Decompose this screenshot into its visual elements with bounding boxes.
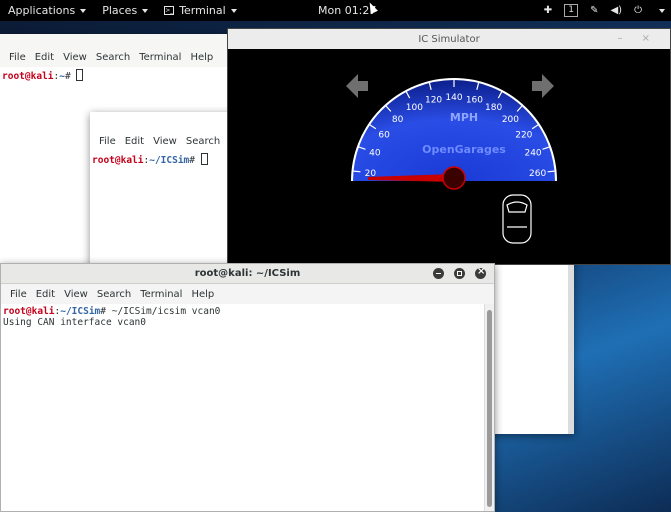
prompt-user: root@kali bbox=[3, 306, 55, 317]
gauge-tick-label: 120 bbox=[425, 96, 442, 106]
ic-simulator-titlebar[interactable]: IC Simulator – × bbox=[228, 29, 670, 49]
gauge-tick-label: 140 bbox=[445, 93, 462, 103]
instrument-cluster: 20406080100120 140 160180200220240260 MPH … bbox=[346, 74, 557, 244]
menu-view[interactable]: View bbox=[63, 52, 87, 63]
prompt-user: root@kali bbox=[92, 155, 144, 166]
menu-search[interactable]: Search bbox=[186, 136, 220, 147]
gauge-tick-label: 180 bbox=[485, 103, 502, 113]
gauge-tick-label: 80 bbox=[392, 115, 404, 125]
gauge-tick-label: 160 bbox=[466, 96, 483, 106]
output-line: Using CAN interface vcan0 bbox=[3, 317, 146, 328]
scrollbar[interactable] bbox=[484, 304, 494, 511]
gauge-tick-label: 100 bbox=[406, 103, 423, 113]
command-line: root@kali:~/ICSim# ~/ICSim/icsim vcan0 bbox=[1, 304, 484, 317]
text-cursor bbox=[200, 153, 208, 165]
terminal-output[interactable]: root@kali:~/ICSim# ~/ICSim/icsim vcan0 U… bbox=[1, 304, 484, 511]
menu-file[interactable]: File bbox=[99, 136, 116, 147]
window-controls[interactable]: – × bbox=[617, 33, 658, 44]
minimize-icon[interactable] bbox=[433, 268, 444, 279]
car-door-status-icon bbox=[502, 194, 532, 244]
menu-view[interactable]: View bbox=[64, 289, 88, 300]
menu-search[interactable]: Search bbox=[96, 52, 130, 63]
chevron-down-icon bbox=[80, 8, 87, 13]
text-cursor bbox=[76, 69, 84, 81]
terminal-menubar: File Edit View Search Terminal Help bbox=[0, 47, 232, 67]
applications-menu[interactable]: Applications bbox=[0, 0, 94, 21]
menu-help[interactable]: Help bbox=[191, 289, 214, 300]
applications-label: Applications bbox=[8, 4, 76, 17]
places-label: Places bbox=[102, 4, 138, 17]
window-title: IC Simulator bbox=[418, 33, 480, 45]
gauge-tick bbox=[352, 170, 361, 173]
gauge-tick-label: 220 bbox=[515, 130, 532, 140]
gauge-tick-label: 60 bbox=[378, 130, 390, 140]
chevron-down-icon bbox=[230, 8, 237, 13]
menu-file[interactable]: File bbox=[10, 289, 27, 300]
brand-label: OpenGarages bbox=[422, 143, 506, 156]
prompt-symbol: # bbox=[189, 155, 195, 166]
left-turn-signal-icon bbox=[346, 74, 368, 98]
top-bar: Applications Places >_ Terminal Mon 01:27… bbox=[0, 0, 671, 21]
close-icon[interactable] bbox=[475, 266, 486, 279]
menu-terminal[interactable]: Terminal bbox=[140, 289, 182, 300]
gauge-tick-label: 40 bbox=[369, 149, 381, 159]
ic-simulator-window[interactable]: IC Simulator – × 20 40 60 80 100 120 140 160 180… bbox=[227, 28, 671, 265]
terminal-titlebar[interactable]: root@kali: ~/ICSim bbox=[1, 264, 494, 284]
needle-hub bbox=[442, 166, 466, 190]
places-menu[interactable]: Places bbox=[94, 0, 156, 21]
system-tray[interactable]: ✚ 1 ✎ ◀) ⏻ bbox=[544, 0, 665, 21]
gauge-tick-label: 240 bbox=[524, 149, 541, 159]
terminal-window-active[interactable]: root@kali: ~/ICSim File Edit View Search… bbox=[0, 263, 495, 512]
terminal-icon: >_ bbox=[164, 6, 175, 15]
menu-edit[interactable]: Edit bbox=[35, 52, 54, 63]
speed-unit-label: MPH bbox=[450, 111, 478, 124]
prompt-path: ~/ICSim bbox=[60, 306, 101, 317]
prompt-path: ~/ICSim bbox=[149, 155, 190, 166]
chevron-down-icon bbox=[142, 8, 149, 13]
chevron-down-icon[interactable] bbox=[659, 8, 665, 13]
window-title: root@kali: ~/ICSim bbox=[194, 268, 301, 279]
gauge-tick-label: 200 bbox=[502, 115, 519, 125]
menu-help[interactable]: Help bbox=[190, 52, 213, 63]
prompt-symbol: # bbox=[64, 71, 71, 82]
menu-edit[interactable]: Edit bbox=[36, 289, 55, 300]
gauge-tick-label: 260 bbox=[529, 169, 546, 179]
terminal-app-menu[interactable]: >_ Terminal bbox=[156, 0, 245, 21]
menu-edit[interactable]: Edit bbox=[125, 136, 144, 147]
menu-terminal[interactable]: Terminal bbox=[139, 52, 181, 63]
right-turn-signal-icon bbox=[532, 74, 554, 98]
scrollbar-thumb[interactable] bbox=[487, 310, 492, 507]
menu-view[interactable]: View bbox=[153, 136, 177, 147]
power-icon[interactable]: ⏻ bbox=[634, 5, 642, 16]
terminal-app-label: Terminal bbox=[179, 4, 226, 17]
menu-file[interactable]: File bbox=[9, 52, 26, 63]
network-icon[interactable]: ✚ bbox=[544, 5, 552, 16]
command-text: ~/ICSim/icsim vcan0 bbox=[106, 306, 221, 317]
pen-icon[interactable]: ✎ bbox=[590, 5, 598, 16]
volume-icon[interactable]: ◀) bbox=[610, 5, 622, 16]
terminal-menubar: File Edit View Search Terminal Help bbox=[1, 284, 494, 304]
prompt-user: root@kali bbox=[2, 71, 54, 82]
workspace-indicator[interactable]: 1 bbox=[564, 4, 579, 17]
maximize-icon[interactable] bbox=[454, 268, 465, 279]
gauge-tick bbox=[547, 170, 556, 173]
menu-search[interactable]: Search bbox=[97, 289, 131, 300]
